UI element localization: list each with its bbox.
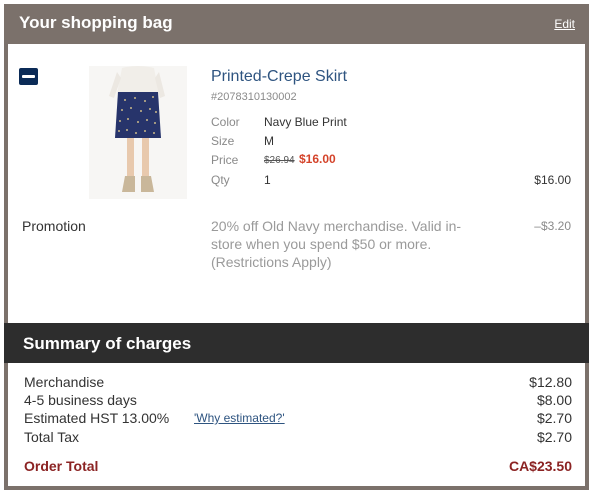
summary-body: Merchandise $12.80 4-5 business days $8.… bbox=[8, 363, 585, 486]
size-label: Size bbox=[211, 134, 235, 148]
qty-value: 1 bbox=[264, 173, 271, 187]
merchandise-amount: $12.80 bbox=[529, 374, 572, 390]
bag-header: Your shopping bag Edit bbox=[4, 4, 589, 44]
promotion-label: Promotion bbox=[22, 218, 86, 234]
merchandise-label: Merchandise bbox=[24, 374, 105, 390]
edit-link[interactable]: Edit bbox=[554, 17, 575, 31]
sale-price: $16.00 bbox=[299, 152, 336, 166]
summary-title: Summary of charges bbox=[23, 334, 192, 353]
total-tax-amount: $2.70 bbox=[536, 429, 572, 445]
summary-header: Summary of charges bbox=[4, 323, 589, 363]
qty-label: Qty bbox=[211, 173, 230, 187]
bag-title: Your shopping bag bbox=[19, 13, 173, 32]
order-total-label: Order Total bbox=[24, 458, 99, 474]
size-value: M bbox=[264, 134, 274, 148]
shipping-amount: $8.00 bbox=[536, 392, 572, 408]
total-tax-label: Total Tax bbox=[24, 429, 79, 445]
product-name[interactable]: Printed-Crepe Skirt bbox=[211, 68, 347, 86]
shopping-bag-panel: Your shopping bag Edit Printed-Crepe Ski… bbox=[4, 4, 589, 490]
line-total: $16.00 bbox=[534, 173, 571, 187]
promotion-text: 20% off Old Navy merchandise. Valid in-s… bbox=[211, 218, 462, 270]
color-value: Navy Blue Print bbox=[264, 115, 347, 129]
price-label: Price bbox=[211, 153, 239, 167]
old-navy-logo-icon bbox=[19, 68, 38, 85]
order-total-amount: CA$23.50 bbox=[508, 458, 572, 474]
promotion-amount: –$3.20 bbox=[534, 219, 571, 233]
product-sku: #2078310130002 bbox=[211, 91, 297, 103]
bag-body: Printed-Crepe Skirt #2078310130002 Color… bbox=[8, 44, 585, 323]
original-price: $26.94 bbox=[264, 155, 295, 166]
color-label: Color bbox=[211, 115, 240, 129]
shipping-label: 4-5 business days bbox=[24, 392, 137, 408]
product-image[interactable] bbox=[89, 66, 187, 199]
why-estimated-link[interactable]: 'Why estimated?' bbox=[194, 411, 285, 425]
hst-amount: $2.70 bbox=[536, 410, 572, 426]
hst-label: Estimated HST 13.00% bbox=[24, 410, 170, 426]
